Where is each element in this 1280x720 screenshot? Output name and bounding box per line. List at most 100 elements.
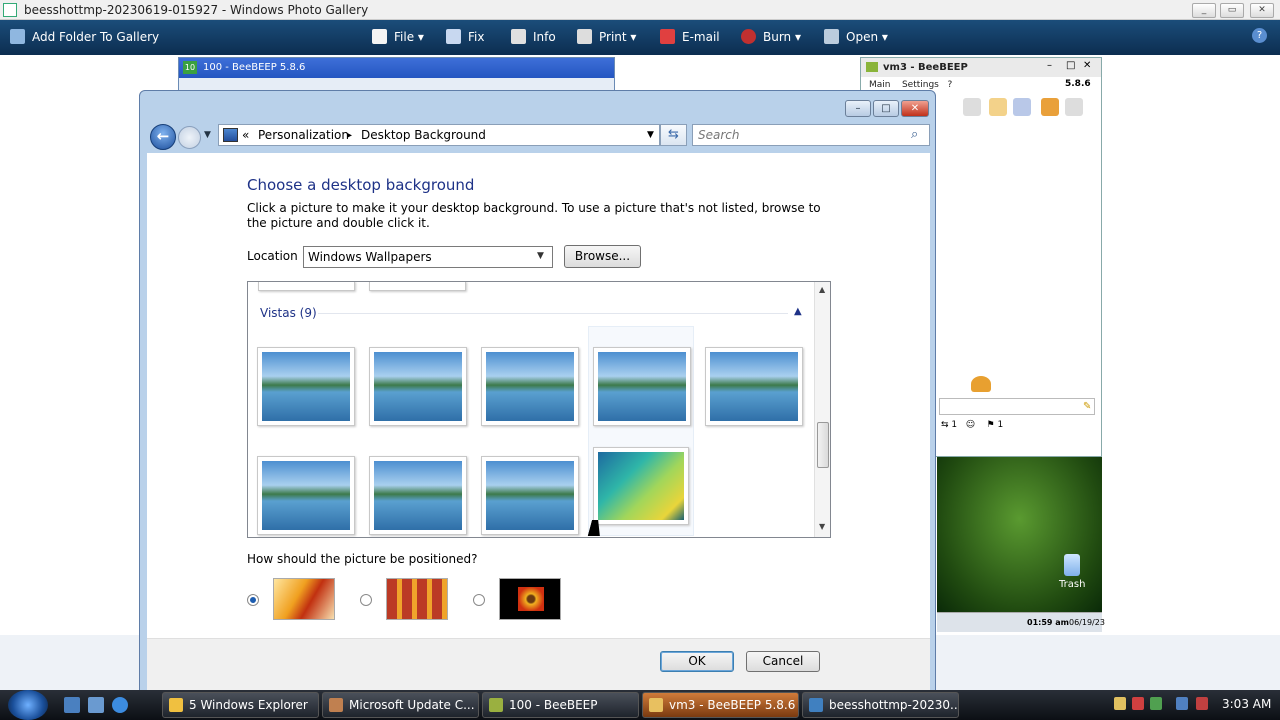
search-icon[interactable]: ⌕ (911, 127, 918, 142)
wallpaper-thumbnail[interactable] (257, 456, 355, 535)
start-button[interactable] (8, 690, 48, 720)
wallpaper-image (262, 461, 350, 530)
position-center-preview[interactable] (499, 578, 561, 620)
file-label: File (394, 30, 415, 44)
vm3-message-input[interactable] (939, 398, 1095, 415)
wallpaper-thumbnail[interactable] (369, 456, 467, 535)
folder-icon (169, 698, 183, 712)
system-clock[interactable]: 3:03 AM (1222, 697, 1271, 711)
photo-gallery-titlebar: beesshottmp-20230619-015927 - Windows Ph… (0, 0, 1280, 20)
dialog-minimize-button[interactable]: – (845, 100, 871, 117)
fix-button[interactable]: Fix (446, 29, 484, 44)
vm3-menu-main[interactable]: Main (869, 80, 891, 90)
vm3-tool-user-icon[interactable] (963, 98, 981, 116)
tray-folder-icon[interactable] (1114, 697, 1126, 710)
forward-button[interactable] (178, 126, 201, 149)
dialog-maximize-button[interactable]: □ (873, 100, 899, 117)
print-menu[interactable]: Print ▾ (577, 29, 636, 44)
email-icon (660, 29, 675, 44)
tray-network-icon[interactable] (1176, 697, 1188, 710)
breadcrumb-personalization[interactable]: Personalization (258, 128, 349, 142)
wallpaper-thumbnail[interactable] (481, 347, 579, 426)
breadcrumb-separator-icon[interactable]: ▸ (347, 130, 352, 141)
refresh-button[interactable]: ⇆ (660, 124, 687, 146)
tray-update-icon[interactable] (1150, 697, 1162, 710)
scroll-thumb[interactable] (817, 422, 829, 468)
location-select[interactable]: Windows Wallpapers ▼ (303, 246, 553, 268)
group-header[interactable]: Vistas (9) (260, 306, 317, 320)
scroll-down-icon[interactable]: ▼ (819, 522, 825, 531)
ok-button[interactable]: OK (660, 651, 734, 672)
browse-button[interactable]: Browse... (564, 245, 641, 268)
control-panel-icon (223, 128, 238, 142)
vm3-close-icon[interactable]: ✕ (1083, 60, 1091, 71)
vm3-tool-group-icon[interactable] (1041, 98, 1059, 116)
trash-icon[interactable] (1064, 554, 1080, 576)
email-label: E-mail (682, 30, 720, 44)
vm3-menu-help[interactable]: ? (947, 80, 952, 90)
vm3-maximize-icon[interactable]: □ (1066, 60, 1075, 71)
taskbar-item-photo-gallery[interactable]: beesshottmp-20230... (802, 692, 959, 718)
taskbar-item-beebeep[interactable]: 100 - BeeBEEP (482, 692, 639, 718)
wallpaper-thumbnail[interactable] (369, 282, 466, 291)
position-center-radio[interactable] (473, 594, 485, 606)
wallpaper-thumbnail[interactable] (257, 347, 355, 426)
back-button[interactable]: ← (150, 124, 176, 150)
email-button[interactable]: E-mail (660, 29, 720, 44)
position-fill-radio[interactable] (247, 594, 259, 606)
wallpaper-list[interactable]: Vistas (9) ▲ ▲ ▼ (247, 281, 831, 538)
open-icon (824, 29, 839, 44)
photo-gallery-app-icon (3, 3, 17, 17)
recent-pages-dropdown-icon[interactable]: ▼ (204, 130, 211, 140)
remote-date: 06/19/23 (1069, 618, 1105, 627)
tray-volume-icon[interactable] (1196, 697, 1208, 710)
info-button[interactable]: Info (511, 29, 556, 44)
file-menu[interactable]: File ▾ (372, 29, 424, 44)
scroll-up-icon[interactable]: ▲ (819, 285, 825, 294)
address-dropdown-icon[interactable]: ▼ (647, 130, 654, 140)
switch-windows-icon[interactable] (88, 697, 104, 713)
close-button[interactable]: ✕ (1250, 3, 1274, 18)
open-menu[interactable]: Open ▾ (824, 29, 888, 44)
maximize-button[interactable]: ▭ (1220, 3, 1244, 18)
vm3-minimize-icon[interactable]: – (1047, 60, 1052, 71)
dialog-close-button[interactable]: ✕ (901, 100, 929, 117)
vm3-tool-edit-icon[interactable] (989, 98, 1007, 116)
wallpaper-thumbnail-vista[interactable] (593, 447, 689, 525)
address-bar[interactable]: « Personalization ▸ Desktop Background ▼ (218, 124, 660, 146)
taskbar-item-microsoft-update[interactable]: Microsoft Update C... (322, 692, 479, 718)
vm3-tool-trash-icon[interactable] (1065, 98, 1083, 116)
address-overflow[interactable]: « (242, 128, 249, 142)
collapse-group-icon[interactable]: ▲ (794, 306, 802, 317)
list-scrollbar[interactable]: ▲ ▼ (814, 282, 830, 537)
wallpaper-thumbnail[interactable] (705, 347, 803, 426)
vm3-status-count-1: 1 (951, 420, 958, 430)
taskbar-item-vm3-beebeep[interactable]: vm3 - BeeBEEP 5.8.6 (642, 692, 799, 718)
wallpaper-thumbnail[interactable] (369, 347, 467, 426)
open-label: Open (846, 30, 879, 44)
position-tile-preview[interactable] (386, 578, 448, 620)
cancel-button[interactable]: Cancel (746, 651, 820, 672)
add-folder-button[interactable]: Add Folder To Gallery (10, 29, 159, 44)
position-fill-preview[interactable] (273, 578, 335, 620)
breadcrumb-desktop-background[interactable]: Desktop Background (361, 128, 486, 142)
wallpaper-thumbnail[interactable] (593, 347, 691, 426)
vm3-tool-settings-icon[interactable] (1013, 98, 1031, 116)
minimize-button[interactable]: _ (1192, 3, 1216, 18)
search-box[interactable]: Search ⌕ (692, 124, 930, 146)
help-icon[interactable]: ? (1252, 28, 1267, 43)
taskbar-item-windows-explorer[interactable]: 5 Windows Explorer (162, 692, 319, 718)
taskbar-item-label: 5 Windows Explorer (189, 698, 308, 712)
internet-explorer-icon[interactable] (112, 697, 128, 713)
wallpaper-thumbnail[interactable] (258, 282, 355, 291)
vm3-menu-settings[interactable]: Settings (902, 80, 939, 90)
vm3-users-icon (971, 376, 991, 392)
tray-security-icon[interactable] (1132, 697, 1144, 710)
show-desktop-icon[interactable] (64, 697, 80, 713)
wallpaper-thumbnail[interactable] (481, 456, 579, 535)
vm3-send-icon[interactable]: ✎ (1083, 401, 1091, 412)
position-tile-radio[interactable] (360, 594, 372, 606)
burn-menu[interactable]: Burn ▾ (741, 29, 801, 44)
taskbar-item-label: Microsoft Update C... (349, 698, 475, 712)
desktop-background-window: – □ ✕ ← ▼ « Personalization ▸ Desktop Ba… (139, 90, 936, 692)
